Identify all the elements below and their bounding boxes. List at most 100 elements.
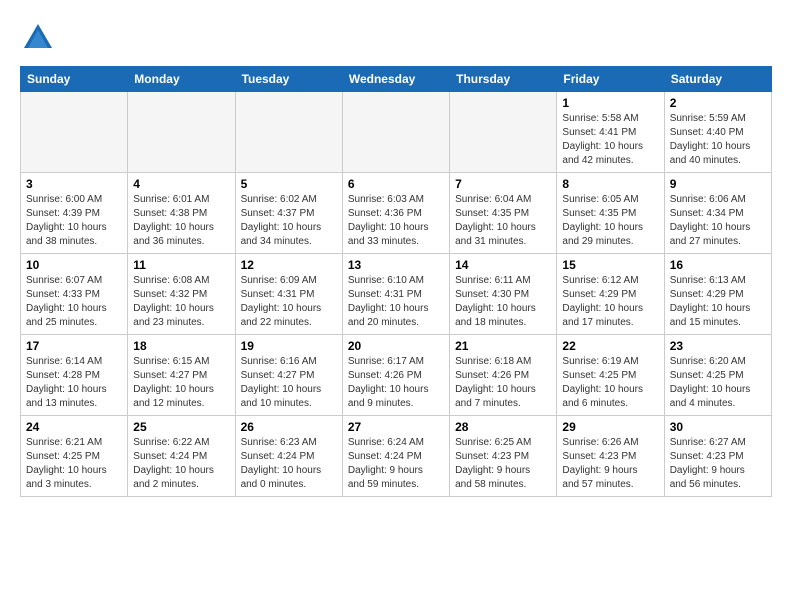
calendar-cell: 8 Sunrise: 6:05 AM Sunset: 4:35 PM Daylig… (557, 173, 664, 254)
day-info: Sunrise: 6:00 AM Sunset: 4:39 PM Dayligh… (26, 193, 122, 249)
day-number: 27 (348, 420, 444, 434)
weekday-header: Thursday (450, 67, 557, 92)
day-info: Sunrise: 6:01 AM Sunset: 4:38 PM Dayligh… (133, 193, 229, 249)
calendar-cell: 16 Sunrise: 6:13 AM Sunset: 4:29 PM Dayli… (664, 254, 771, 335)
weekday-header: Tuesday (235, 67, 342, 92)
calendar-cell: 10 Sunrise: 6:07 AM Sunset: 4:33 PM Dayli… (21, 254, 128, 335)
calendar-cell: 30 Sunrise: 6:27 AM Sunset: 4:23 PM Dayli… (664, 416, 771, 497)
day-info: Sunrise: 6:11 AM Sunset: 4:30 PM Dayligh… (455, 274, 551, 330)
calendar-cell: 1 Sunrise: 5:58 AM Sunset: 4:41 PM Daylig… (557, 92, 664, 173)
calendar-table: SundayMondayTuesdayWednesdayThursdayFrid… (20, 66, 772, 497)
day-info: Sunrise: 6:27 AM Sunset: 4:23 PM Dayligh… (670, 436, 766, 492)
calendar-cell: 2 Sunrise: 5:59 AM Sunset: 4:40 PM Daylig… (664, 92, 771, 173)
calendar-week-row: 1 Sunrise: 5:58 AM Sunset: 4:41 PM Daylig… (21, 92, 772, 173)
day-info: Sunrise: 6:05 AM Sunset: 4:35 PM Dayligh… (562, 193, 658, 249)
calendar-cell: 15Sunrise: 6:12 AM Sunset: 4:29 PM Dayli… (557, 254, 664, 335)
calendar-week-row: 10 Sunrise: 6:07 AM Sunset: 4:33 PM Dayli… (21, 254, 772, 335)
day-info: Sunrise: 6:24 AM Sunset: 4:24 PM Dayligh… (348, 436, 444, 492)
day-info: Sunrise: 6:18 AM Sunset: 4:26 PM Dayligh… (455, 355, 551, 411)
day-number: 5 (241, 177, 337, 191)
calendar-cell: 28 Sunrise: 6:25 AM Sunset: 4:23 PM Dayli… (450, 416, 557, 497)
calendar-cell: 12Sunrise: 6:09 AM Sunset: 4:31 PM Dayli… (235, 254, 342, 335)
day-number: 21 (455, 339, 551, 353)
day-info: Sunrise: 6:02 AM Sunset: 4:37 PM Dayligh… (241, 193, 337, 249)
day-info: Sunrise: 6:16 AM Sunset: 4:27 PM Dayligh… (241, 355, 337, 411)
day-number: 3 (26, 177, 122, 191)
weekday-header: Wednesday (342, 67, 449, 92)
calendar-cell (128, 92, 235, 173)
day-info: Sunrise: 6:12 AM Sunset: 4:29 PM Dayligh… (562, 274, 658, 330)
calendar-cell (235, 92, 342, 173)
day-info: Sunrise: 6:21 AM Sunset: 4:25 PM Dayligh… (26, 436, 122, 492)
day-number: 11 (133, 258, 229, 272)
day-info: Sunrise: 6:26 AM Sunset: 4:23 PM Dayligh… (562, 436, 658, 492)
day-number: 25 (133, 420, 229, 434)
calendar-cell: 4 Sunrise: 6:01 AM Sunset: 4:38 PM Daylig… (128, 173, 235, 254)
day-number: 19 (241, 339, 337, 353)
day-number: 1 (562, 96, 658, 110)
day-info: Sunrise: 6:17 AM Sunset: 4:26 PM Dayligh… (348, 355, 444, 411)
day-info: Sunrise: 6:08 AM Sunset: 4:32 PM Dayligh… (133, 274, 229, 330)
day-number: 24 (26, 420, 122, 434)
day-number: 30 (670, 420, 766, 434)
page-header (20, 20, 772, 56)
logo (20, 20, 62, 56)
day-info: Sunrise: 6:25 AM Sunset: 4:23 PM Dayligh… (455, 436, 551, 492)
calendar-cell: 5 Sunrise: 6:02 AM Sunset: 4:37 PM Daylig… (235, 173, 342, 254)
calendar-cell: 24 Sunrise: 6:21 AM Sunset: 4:25 PM Dayli… (21, 416, 128, 497)
weekday-header: Monday (128, 67, 235, 92)
calendar-cell: 27 Sunrise: 6:24 AM Sunset: 4:24 PM Dayli… (342, 416, 449, 497)
day-info: Sunrise: 6:06 AM Sunset: 4:34 PM Dayligh… (670, 193, 766, 249)
calendar-cell: 25 Sunrise: 6:22 AM Sunset: 4:24 PM Dayli… (128, 416, 235, 497)
calendar-cell: 21 Sunrise: 6:18 AM Sunset: 4:26 PM Dayli… (450, 335, 557, 416)
calendar-cell: 6 Sunrise: 6:03 AM Sunset: 4:36 PM Daylig… (342, 173, 449, 254)
day-info: Sunrise: 6:19 AM Sunset: 4:25 PM Dayligh… (562, 355, 658, 411)
calendar-week-row: 24 Sunrise: 6:21 AM Sunset: 4:25 PM Dayli… (21, 416, 772, 497)
weekday-header: Saturday (664, 67, 771, 92)
day-number: 28 (455, 420, 551, 434)
day-info: Sunrise: 5:58 AM Sunset: 4:41 PM Dayligh… (562, 112, 658, 168)
day-info: Sunrise: 6:10 AM Sunset: 4:31 PM Dayligh… (348, 274, 444, 330)
day-number: 8 (562, 177, 658, 191)
day-number: 16 (670, 258, 766, 272)
day-info: Sunrise: 6:07 AM Sunset: 4:33 PM Dayligh… (26, 274, 122, 330)
day-number: 6 (348, 177, 444, 191)
day-number: 2 (670, 96, 766, 110)
day-info: Sunrise: 5:59 AM Sunset: 4:40 PM Dayligh… (670, 112, 766, 168)
day-number: 4 (133, 177, 229, 191)
calendar-header-row: SundayMondayTuesdayWednesdayThursdayFrid… (21, 67, 772, 92)
calendar-cell: 11 Sunrise: 6:08 AM Sunset: 4:32 PM Dayli… (128, 254, 235, 335)
day-number: 20 (348, 339, 444, 353)
calendar-cell: 7Sunrise: 6:04 AM Sunset: 4:35 PM Daylig… (450, 173, 557, 254)
calendar-cell: 14 Sunrise: 6:11 AM Sunset: 4:30 PM Dayli… (450, 254, 557, 335)
day-info: Sunrise: 6:15 AM Sunset: 4:27 PM Dayligh… (133, 355, 229, 411)
day-number: 17 (26, 339, 122, 353)
day-info: Sunrise: 6:09 AM Sunset: 4:31 PM Dayligh… (241, 274, 337, 330)
calendar-cell (342, 92, 449, 173)
calendar-cell: 9 Sunrise: 6:06 AM Sunset: 4:34 PM Daylig… (664, 173, 771, 254)
calendar-cell: 26 Sunrise: 6:23 AM Sunset: 4:24 PM Dayli… (235, 416, 342, 497)
weekday-header: Friday (557, 67, 664, 92)
day-number: 13 (348, 258, 444, 272)
calendar-week-row: 3 Sunrise: 6:00 AM Sunset: 4:39 PM Daylig… (21, 173, 772, 254)
calendar-cell: 17Sunrise: 6:14 AM Sunset: 4:28 PM Dayli… (21, 335, 128, 416)
calendar-cell: 3 Sunrise: 6:00 AM Sunset: 4:39 PM Daylig… (21, 173, 128, 254)
calendar-cell: 22 Sunrise: 6:19 AM Sunset: 4:25 PM Dayli… (557, 335, 664, 416)
day-number: 10 (26, 258, 122, 272)
day-info: Sunrise: 6:23 AM Sunset: 4:24 PM Dayligh… (241, 436, 337, 492)
day-number: 29 (562, 420, 658, 434)
calendar-cell: 29 Sunrise: 6:26 AM Sunset: 4:23 PM Dayli… (557, 416, 664, 497)
day-number: 9 (670, 177, 766, 191)
day-info: Sunrise: 6:20 AM Sunset: 4:25 PM Dayligh… (670, 355, 766, 411)
calendar-cell: 20 Sunrise: 6:17 AM Sunset: 4:26 PM Dayli… (342, 335, 449, 416)
day-number: 26 (241, 420, 337, 434)
logo-icon (20, 20, 56, 56)
calendar-cell: 18 Sunrise: 6:15 AM Sunset: 4:27 PM Dayli… (128, 335, 235, 416)
calendar-cell (450, 92, 557, 173)
day-info: Sunrise: 6:03 AM Sunset: 4:36 PM Dayligh… (348, 193, 444, 249)
day-number: 14 (455, 258, 551, 272)
day-info: Sunrise: 6:22 AM Sunset: 4:24 PM Dayligh… (133, 436, 229, 492)
day-number: 22 (562, 339, 658, 353)
day-number: 18 (133, 339, 229, 353)
day-info: Sunrise: 6:13 AM Sunset: 4:29 PM Dayligh… (670, 274, 766, 330)
